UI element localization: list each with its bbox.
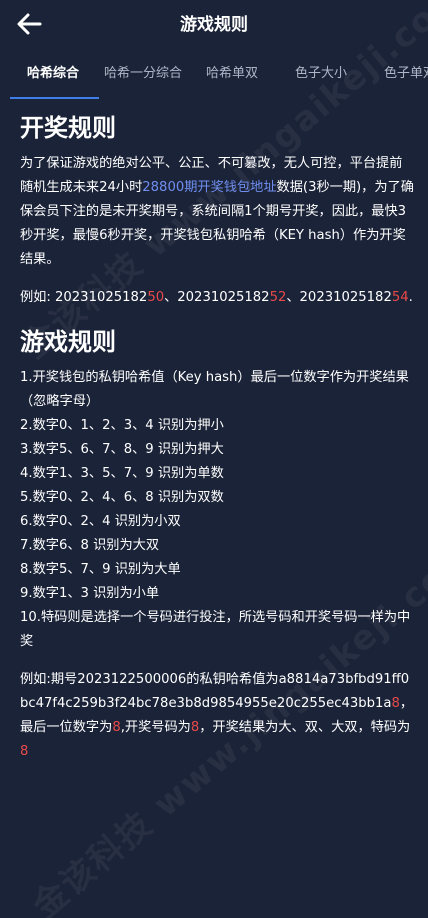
- tab-hash-odd-even[interactable]: 哈希单双: [206, 50, 258, 98]
- separator: 、: [164, 290, 178, 305]
- arrow-left-icon: [17, 13, 42, 35]
- period-number: 20231025182: [55, 290, 148, 305]
- period-example: 例如: 2023102518250、2023102518252、20231025…: [20, 286, 414, 310]
- header: 游戏规则: [0, 0, 428, 50]
- game-rules-heading: 游戏规则: [20, 328, 116, 356]
- rule-item: 3.数字5、6、7、8、9 识别为押大: [20, 442, 224, 457]
- period-tail: 54: [391, 290, 409, 305]
- rules-list: 1.开奖钱包的私钥哈希值（Key hash）最后一位数字作为开奖结果（忽略字母）…: [20, 366, 414, 654]
- example-text: ,开奖号码为: [120, 720, 191, 735]
- rule-item: 8.数字5、7、9 识别为大单: [20, 562, 181, 577]
- draw-rules-heading: 开奖规则: [20, 114, 116, 142]
- rule-item: 9.数字1、3 识别为小单: [20, 586, 160, 601]
- example-prefix: 例如:: [20, 290, 56, 305]
- separator: 、: [286, 290, 300, 305]
- period-number: 20231025182: [177, 290, 270, 305]
- separator: ...: [408, 290, 414, 305]
- period-tail: 50: [147, 290, 165, 305]
- tab-hash-1min-combined[interactable]: 哈希一分综合: [104, 50, 182, 98]
- period-tail: 52: [269, 290, 287, 305]
- rule-item: 2.数字0、1、2、3、4 识别为押小: [20, 418, 224, 433]
- wallet-address-link[interactable]: 28800期开奖钱包地址: [142, 180, 276, 195]
- page-title: 游戏规则: [180, 15, 248, 35]
- tab-dice-big-small[interactable]: 色子大小: [295, 50, 347, 98]
- rule-item: 6.数字0、2、4 识别为小双: [20, 514, 181, 529]
- highlight-digit: 8: [190, 720, 200, 735]
- hash-example: 例如:期号2023122500006的私钥哈希值为a8814a73bfbd91f…: [20, 668, 414, 764]
- tab-bar: 哈希综合 哈希一分综合 哈希单双 色子大小 色子单双: [0, 50, 428, 100]
- draw-rules-paragraph: 为了保证游戏的绝对公平、公正、不可篡改，无人可控，平台提前随机生成未来24小时2…: [20, 152, 414, 272]
- rules-page: 金该科技 www.jingaikeji.com 金该科技 www.jingaik…: [0, 0, 428, 918]
- example-text: 例如:期号2023122500006的私钥哈希值为a8814a73bfbd91f…: [20, 672, 410, 711]
- active-tab-indicator: [10, 97, 99, 99]
- rule-item: 10.特码则是选择一个号码进行投注，所选号码和开奖号码一样为中奖: [20, 610, 411, 649]
- tab-hash-combined[interactable]: 哈希综合: [27, 50, 79, 98]
- back-button[interactable]: [14, 10, 46, 38]
- highlight-digit: 8: [391, 696, 400, 711]
- rules-content: 开奖规则 为了保证游戏的绝对公平、公正、不可篡改，无人可控，平台提前随机生成未来…: [20, 108, 414, 764]
- rule-item: 1.开奖钱包的私钥哈希值（Key hash）最后一位数字作为开奖结果（忽略字母）: [20, 370, 409, 409]
- rule-item: 4.数字1、3、5、7、9 识别为单数: [20, 466, 224, 481]
- period-number: 20231025182: [299, 290, 392, 305]
- rule-item: 7.数字6、8 识别为大双: [20, 538, 160, 553]
- tab-dice-odd-even[interactable]: 色子单双: [384, 50, 428, 98]
- highlight-digit: 8: [20, 744, 29, 759]
- example-text: ，开奖结果为大、双、大双，特码为: [199, 720, 411, 735]
- highlight-digit: 8: [112, 720, 121, 735]
- rule-item: 5.数字0、2、4、6、8 识别为双数: [20, 490, 224, 505]
